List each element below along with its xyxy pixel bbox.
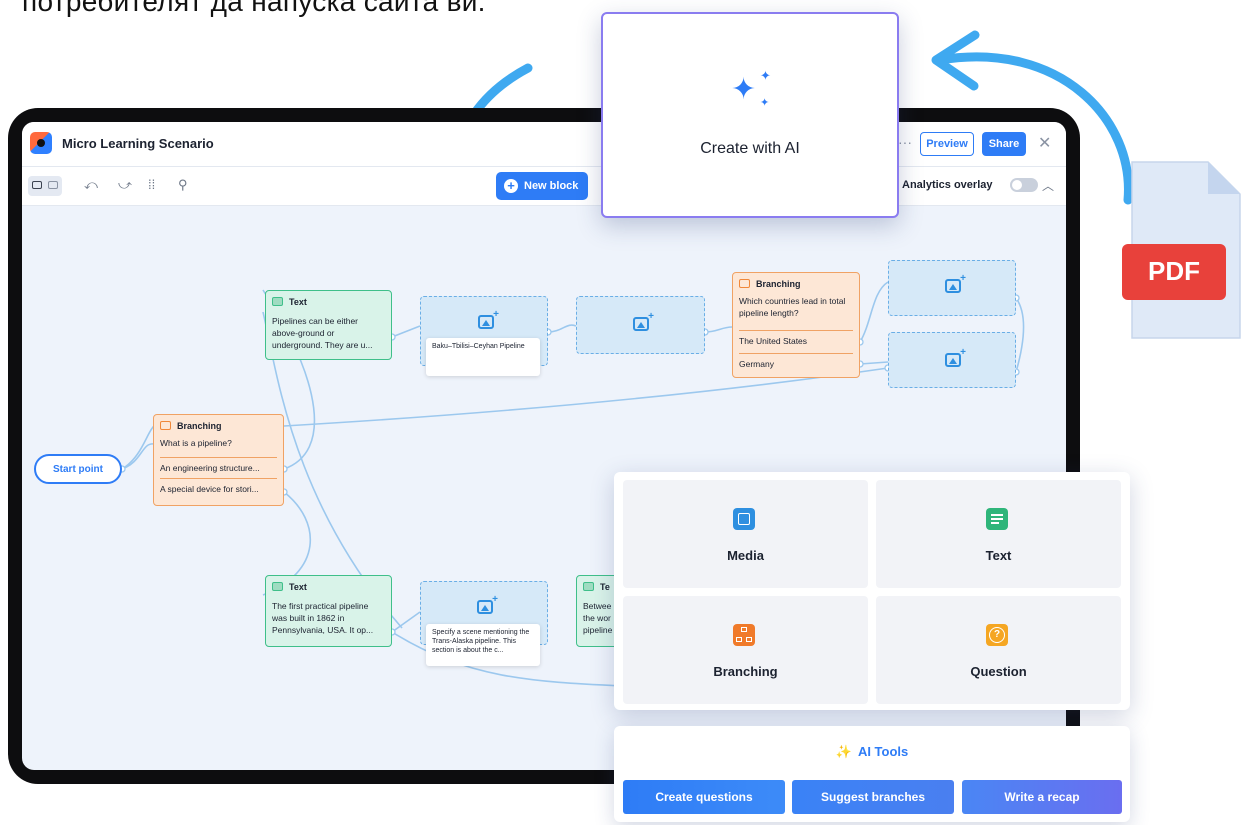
text-block-icon <box>272 297 283 306</box>
start-point-node[interactable]: Start point <box>34 454 122 484</box>
pdf-file-icon <box>1122 161 1241 339</box>
question-icon: ? <box>986 624 1008 646</box>
branching-icon <box>160 421 171 430</box>
add-image-icon <box>945 347 966 367</box>
block-types-panel: Media Text Branching ? Question <box>614 472 1130 710</box>
branching-node-main[interactable]: Branching What is a pipeline? An enginee… <box>153 414 284 506</box>
text-node-body: Betwee the wor pipeline <box>583 601 613 635</box>
text-node-body: Pipelines can be either above-ground or … <box>272 316 373 350</box>
branching-option[interactable]: The United States <box>739 330 853 346</box>
text-node-body: The first practical pipeline was built i… <box>272 601 374 635</box>
pdf-label: PDF <box>1148 256 1200 286</box>
block-type-label: Branching <box>713 664 778 679</box>
add-image-icon <box>478 309 499 329</box>
media-node-right-bottom[interactable] <box>888 332 1016 388</box>
branching-node-question: What is a pipeline? <box>160 438 232 448</box>
text-node-header: Text <box>272 297 307 307</box>
text-block-icon <box>986 508 1008 530</box>
media-caption-card: Baku–Tbilisi–Ceyhan Pipeline <box>426 338 540 376</box>
text-node-bottom[interactable]: Text The first practical pipeline was bu… <box>265 575 392 647</box>
create-with-ai-label: Create with AI <box>700 140 800 157</box>
text-node-type: Text <box>289 297 307 307</box>
suggest-branches-button[interactable]: Suggest branches <box>792 780 954 814</box>
text-node-type: Text <box>289 582 307 592</box>
text-node-header: Te <box>583 582 610 592</box>
branching-node-right[interactable]: Branching Which countries lead in total … <box>732 272 860 378</box>
sparkle-icon: ✦ <box>731 73 757 106</box>
branching-option[interactable]: Germany <box>739 353 853 369</box>
create-with-ai-card[interactable]: ✦ ✦ ✦ Create with AI <box>601 12 899 218</box>
branching-icon <box>733 624 755 646</box>
magic-wand-icon: ✨ <box>835 744 852 759</box>
create-questions-button[interactable]: Create questions <box>623 780 785 814</box>
branching-icon <box>739 279 750 288</box>
branching-node-type: Branching <box>177 421 222 431</box>
ai-tools-heading: ✨ AI Tools <box>614 744 1130 760</box>
ai-tools-panel: ✨ AI Tools Create questions Suggest branc… <box>614 726 1130 822</box>
write-recap-button[interactable]: Write a recap <box>962 780 1122 814</box>
block-type-branching[interactable]: Branching <box>623 596 868 704</box>
media-node-middle[interactable] <box>576 296 705 354</box>
block-type-text[interactable]: Text <box>876 480 1121 588</box>
add-image-icon <box>633 311 654 331</box>
branching-node-type: Branching <box>756 279 801 289</box>
branching-option[interactable]: A special device for stori... <box>160 478 277 494</box>
text-node-header: Text <box>272 582 307 592</box>
add-image-icon <box>945 273 966 293</box>
block-type-label: Text <box>985 548 1012 563</box>
text-block-icon <box>583 582 594 591</box>
branching-node-header: Branching <box>739 279 801 289</box>
block-type-label: Question <box>970 664 1027 679</box>
text-node-type: Te <box>600 582 610 592</box>
branching-option[interactable]: An engineering structure... <box>160 457 277 473</box>
branching-node-header: Branching <box>160 421 222 431</box>
block-type-label: Media <box>727 548 764 563</box>
text-block-icon <box>272 582 283 591</box>
sparkle-small-icon: ✦ <box>760 68 771 83</box>
media-node-right-top[interactable] <box>888 260 1016 316</box>
add-image-icon <box>477 594 498 614</box>
image-icon <box>733 508 755 530</box>
sparkle-small-icon: ✦ <box>760 97 770 109</box>
ai-tools-title: AI Tools <box>857 744 909 759</box>
branching-node-question: Which countries lead in total pipeline l… <box>739 296 846 318</box>
media-caption-card: Specify a scene mentioning the Trans-Ala… <box>426 624 540 666</box>
block-type-media[interactable]: Media <box>623 480 868 588</box>
block-type-question[interactable]: ? Question <box>876 596 1121 704</box>
text-node-top[interactable]: Text Pipelines can be either above-groun… <box>265 290 392 360</box>
